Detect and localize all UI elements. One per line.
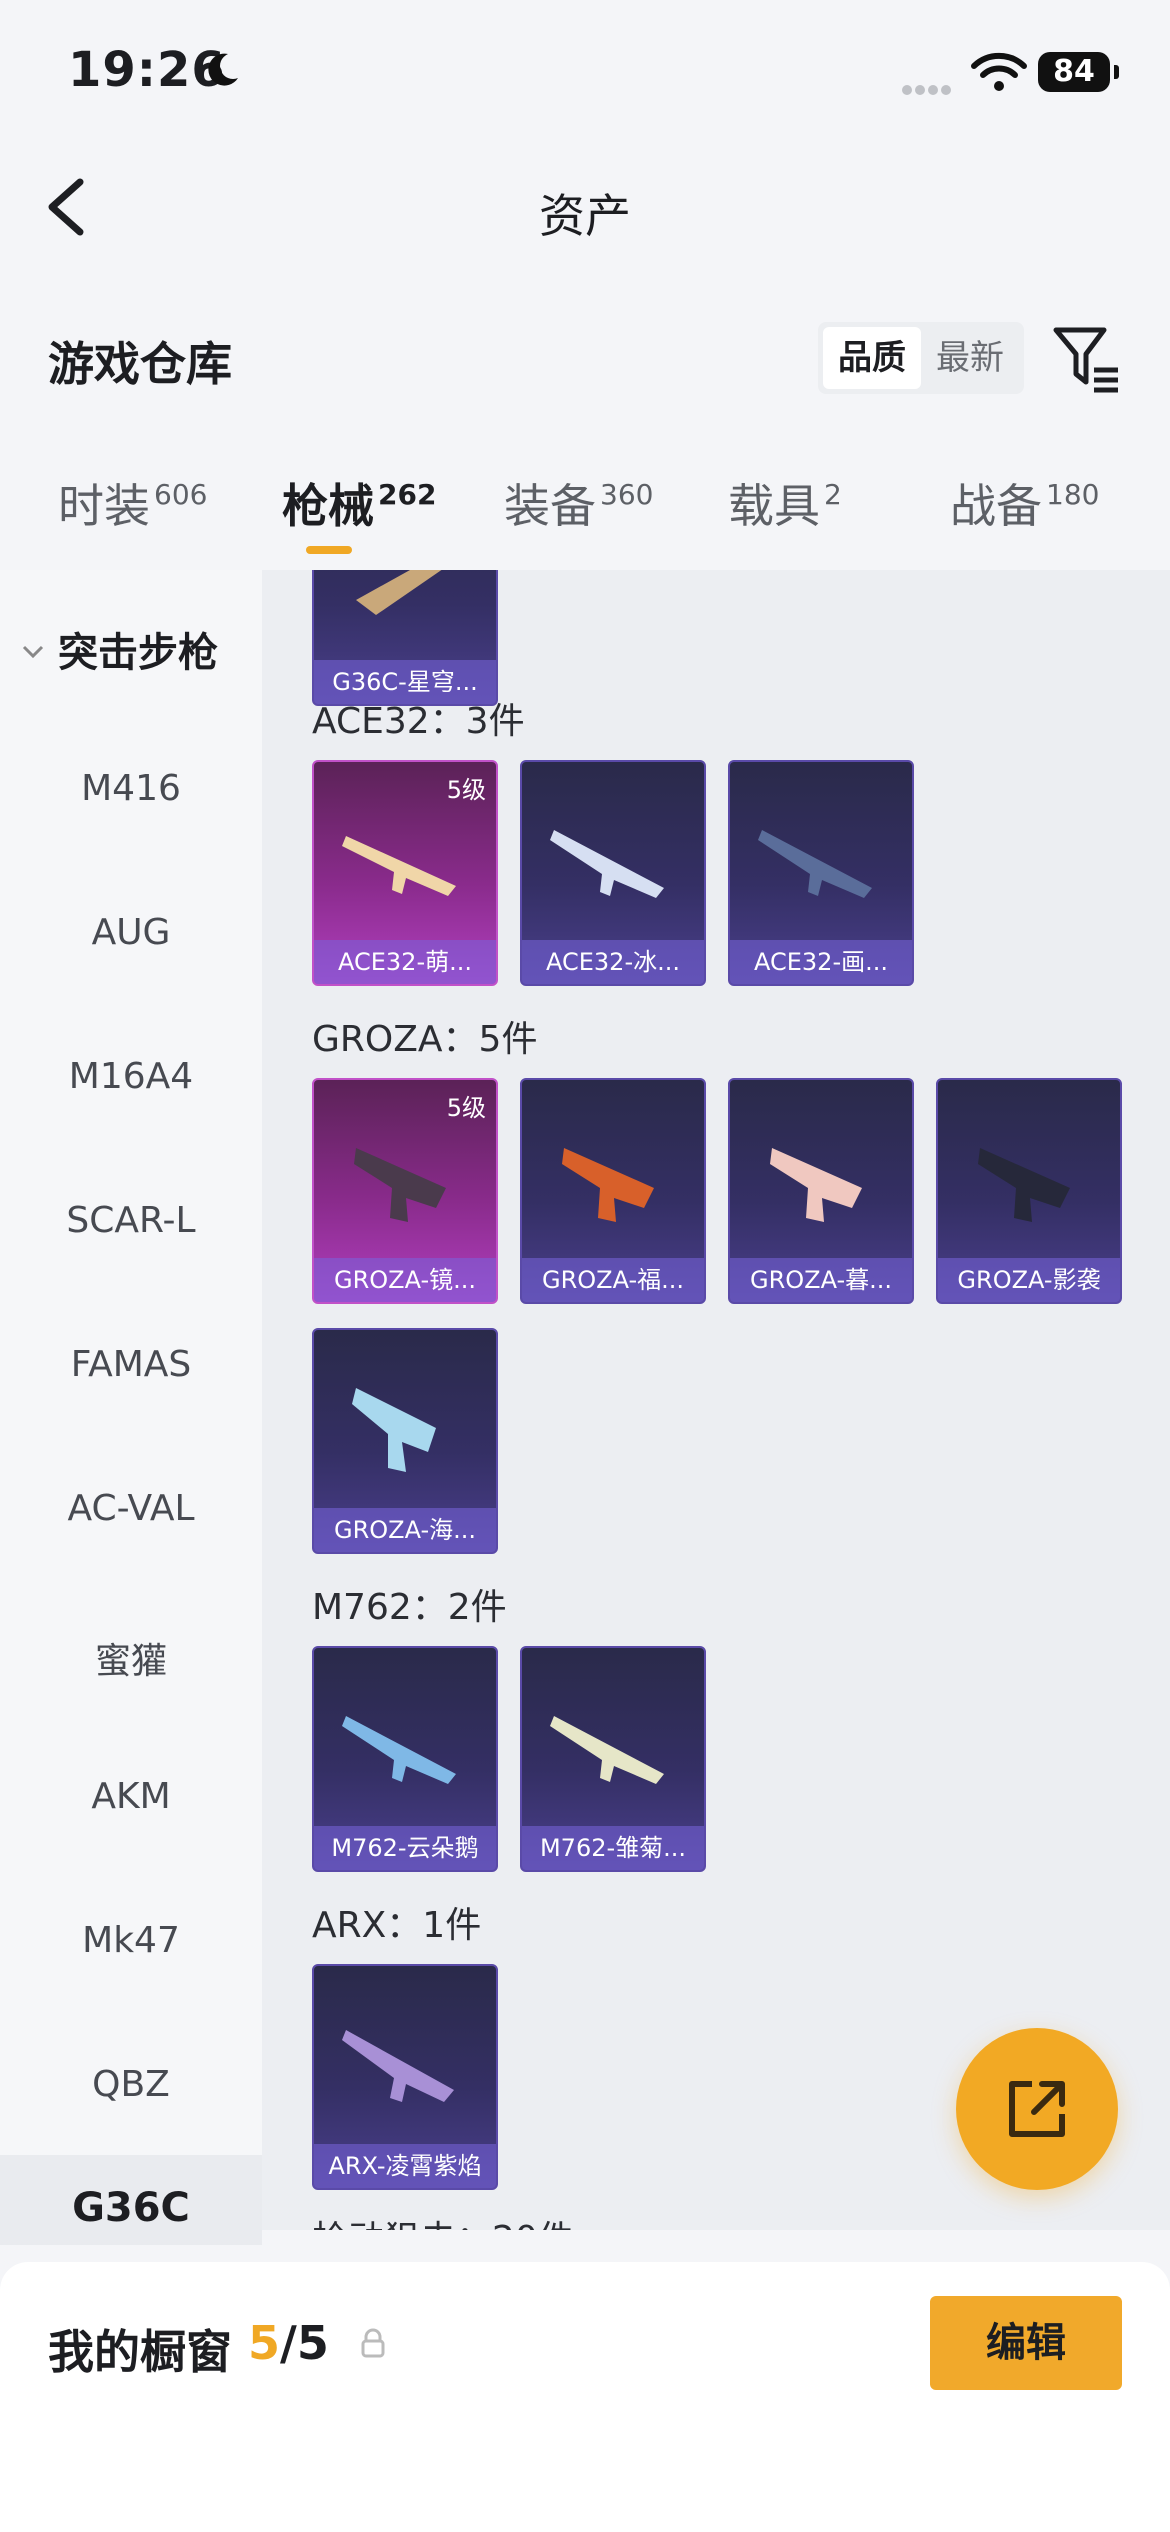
sidebar-category-label: 突击步枪 (58, 630, 218, 676)
sidebar-item-scar-l[interactable]: SCAR-L (0, 1200, 262, 1241)
tab-supplies[interactable]: 战备 180 (950, 470, 1099, 536)
sidebar-item-ac-val[interactable]: AC-VAL (0, 1488, 262, 1529)
tab-firearms[interactable]: 枪械 262 (282, 470, 437, 554)
weapon-card[interactable]: ARX-凌霄紫焰 (312, 1964, 498, 2190)
tab-label: 载具 (728, 479, 820, 533)
showcase-bar: 我的橱窗 5/5 编辑 (0, 2262, 1170, 2532)
sidebar-item-m16a4[interactable]: M16A4 (0, 1056, 262, 1097)
weapon-card-label: GROZA-暮... (730, 1258, 912, 1302)
weapon-card[interactable]: 5级 GROZA-镜... (312, 1078, 498, 1304)
weapon-card-label: ACE32-冰... (522, 940, 704, 984)
rifle-skin-icon (978, 1148, 1070, 1222)
weapon-card-label: ACE32-画... (730, 940, 912, 984)
tab-label: 枪械 (282, 479, 374, 533)
sidebar-item-akm[interactable]: AKM (0, 1776, 262, 1817)
moon-icon (208, 53, 238, 86)
edit-button[interactable]: 编辑 (930, 2296, 1122, 2390)
share-icon (1009, 2081, 1065, 2137)
weapon-card-label: M762-云朵鹅 (314, 1826, 496, 1870)
wifi-icon (971, 52, 1027, 91)
weapon-card-label: GROZA-影袭 (938, 1258, 1120, 1302)
category-tabs: 时装 606 枪械 262 装备 360 载具 2 战备 180 (0, 470, 1170, 570)
sidebar-item-g36c[interactable]: G36C (0, 2155, 262, 2245)
rifle-skin-icon (354, 1148, 446, 1222)
weapon-card[interactable]: GROZA-暮... (728, 1078, 914, 1304)
weapon-card[interactable]: G36C-星穹... (312, 570, 498, 706)
page-title: 资产 (539, 189, 631, 243)
rifle-skin-icon (342, 836, 456, 896)
weapon-card[interactable]: GROZA-海... (312, 1328, 498, 1554)
weapon-card-label: GROZA-海... (314, 1508, 496, 1552)
rifle-skin-icon (562, 1148, 654, 1222)
tab-label: 战备 (950, 479, 1042, 533)
active-tab-indicator (306, 546, 352, 554)
sidebar-item-famas[interactable]: FAMAS (0, 1344, 262, 1385)
section-title: ACE32：3件 (312, 701, 525, 742)
weapon-sidebar: 突击步枪 M416 AUG M16A4 SCAR-L FAMAS AC-VAL … (0, 570, 262, 2245)
sort-latest-button[interactable]: 最新 (921, 327, 1019, 389)
sidebar-item-aug[interactable]: AUG (0, 912, 262, 953)
warehouse-header: 游戏仓库 品质 最新 (0, 310, 1170, 410)
sort-toggle: 品质 最新 (818, 322, 1024, 394)
section-title: ARX：1件 (312, 1905, 482, 1946)
showcase-count-total: /5 (280, 2316, 329, 2370)
weapon-card-label: ACE32-萌... (314, 940, 496, 984)
tab-equipment[interactable]: 装备 360 (504, 470, 653, 536)
weapon-card[interactable]: M762-雏菊... (520, 1646, 706, 1872)
rifle-skin-icon (342, 1716, 456, 1784)
rifle-skin-icon (550, 830, 664, 898)
weapon-card[interactable]: M762-云朵鹅 (312, 1646, 498, 1872)
weapon-card[interactable]: ACE32-冰... (520, 760, 706, 986)
cellular-icon (902, 80, 954, 99)
status-bar: 19:26 84 (0, 0, 1170, 140)
sidebar-category-assault-rifles[interactable]: 突击步枪 (22, 620, 218, 678)
rifle-skin-icon (342, 2030, 454, 2102)
showcase-count-value: 5 (248, 2316, 281, 2370)
weapon-card-label: M762-雏菊... (522, 1826, 704, 1870)
sort-quality-button[interactable]: 品质 (823, 327, 921, 389)
chevron-down-icon (22, 645, 44, 659)
sidebar-item-m416[interactable]: M416 (0, 768, 262, 809)
tab-fashion[interactable]: 时装 606 (58, 470, 207, 536)
filter-icon[interactable] (1052, 324, 1122, 394)
lock-icon (361, 2328, 385, 2358)
weapon-card[interactable]: ACE32-画... (728, 760, 914, 986)
warehouse-title: 游戏仓库 (48, 337, 232, 391)
tab-count: 262 (378, 478, 437, 511)
rifle-skin-icon (758, 830, 872, 898)
tab-vehicles[interactable]: 载具 2 (728, 470, 842, 536)
tab-label: 时装 (58, 479, 150, 533)
weapon-card[interactable]: GROZA-福... (520, 1078, 706, 1304)
tab-count: 360 (600, 478, 654, 511)
tab-count: 2 (824, 478, 842, 511)
sidebar-item-honey-badger[interactable]: 蜜獾 (0, 1632, 262, 1684)
weapon-grid: G36C-星穹... ACE32：3件 5级 ACE32-萌... ACE32-… (262, 570, 1170, 2230)
weapon-card-label: GROZA-镜... (314, 1258, 496, 1302)
battery-icon: 84 (1038, 52, 1119, 92)
section-title: 栓动狙击：20件 (312, 2210, 574, 2230)
rifle-skin-icon (356, 570, 442, 615)
weapon-card[interactable]: 5级 ACE32-萌... (312, 760, 498, 986)
weapon-card-label: GROZA-福... (522, 1258, 704, 1302)
sidebar-item-qbz[interactable]: QBZ (0, 2064, 262, 2105)
section-title: M762：2件 (312, 1587, 507, 1628)
rifle-skin-icon (550, 1716, 664, 1784)
section-title: GROZA：5件 (312, 1019, 538, 1060)
share-button[interactable] (956, 2028, 1118, 2190)
tab-label: 装备 (504, 479, 596, 533)
sidebar-item-mk47[interactable]: Mk47 (0, 1920, 262, 1961)
weapon-card[interactable]: GROZA-影袭 (936, 1078, 1122, 1304)
showcase-title: 我的橱窗 (48, 2325, 232, 2379)
showcase-count: 5/5 (248, 2316, 329, 2370)
tab-count: 606 (154, 478, 208, 511)
tab-count: 180 (1046, 478, 1100, 511)
nav-bar: 资产 (0, 150, 1170, 260)
rifle-skin-icon (770, 1148, 862, 1222)
rifle-skin-icon (352, 1388, 436, 1472)
weapon-card-label: ARX-凌霄紫焰 (314, 2144, 496, 2188)
